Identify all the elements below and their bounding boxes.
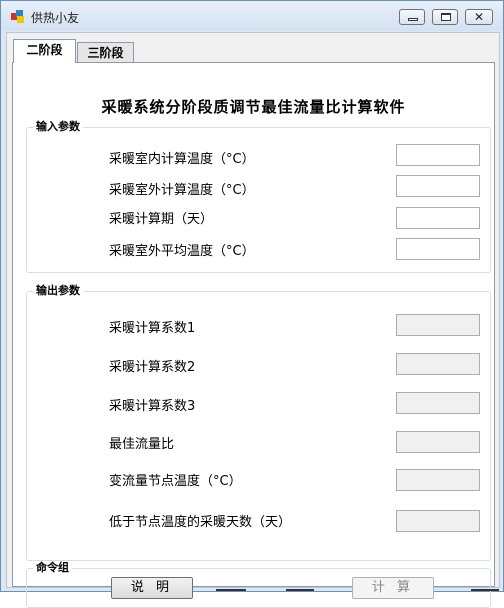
best-flow-ratio-label: 最佳流量比 bbox=[109, 437, 175, 452]
coefficient-3-output[interactable] bbox=[396, 392, 480, 414]
command-group-title: 命令组 bbox=[33, 561, 72, 575]
output-group: 输出参数 采暖计算系数1 采暖计算系数2 采暖计算系数3 最佳流量比 变流量节点… bbox=[26, 284, 491, 561]
close-icon: ✕ bbox=[474, 10, 485, 24]
node-temp-label: 变流量节点温度（°C） bbox=[109, 474, 242, 489]
output-group-title: 输出参数 bbox=[33, 284, 83, 298]
coefficient-1-output[interactable] bbox=[396, 314, 480, 336]
input-group-title: 输入参数 bbox=[33, 120, 83, 134]
tab-page: 采暖系统分阶段质调节最佳流量比计算软件 输入参数 采暖室内计算温度（°C） 采暖… bbox=[12, 62, 495, 608]
command-group: 命令组 说 明 计 算 bbox=[26, 561, 491, 608]
close-button[interactable]: ✕ bbox=[465, 9, 493, 25]
coefficient-3-label: 采暖计算系数3 bbox=[109, 399, 196, 414]
best-flow-ratio-output[interactable] bbox=[396, 431, 480, 453]
minimize-button[interactable] bbox=[399, 9, 425, 25]
outdoor-avg-temp-input[interactable] bbox=[396, 238, 480, 260]
outdoor-temp-label: 采暖室外计算温度（°C） bbox=[109, 183, 255, 198]
minimize-icon bbox=[400, 10, 424, 24]
client-area: 二阶段 三阶段 采暖系统分阶段质调节最佳流量比计算软件 输入参数 采暖室内计算温… bbox=[6, 32, 500, 608]
input-group: 输入参数 采暖室内计算温度（°C） 采暖室外计算温度（°C） 采暖计算期（天） … bbox=[26, 120, 491, 273]
maximize-icon bbox=[433, 10, 457, 24]
heating-period-input[interactable] bbox=[396, 207, 480, 229]
calculate-button[interactable]: 计 算 bbox=[352, 577, 434, 599]
tab-stage-two[interactable]: 二阶段 bbox=[13, 39, 76, 63]
explain-button[interactable]: 说 明 bbox=[111, 577, 193, 599]
coefficient-2-label: 采暖计算系数2 bbox=[109, 360, 196, 375]
tab-stage-three[interactable]: 三阶段 bbox=[77, 42, 134, 64]
outdoor-temp-input[interactable] bbox=[396, 175, 480, 197]
page-title: 采暖系统分阶段质调节最佳流量比计算软件 bbox=[101, 98, 406, 116]
coefficient-2-output[interactable] bbox=[396, 353, 480, 375]
heating-days-below-node-output[interactable] bbox=[396, 510, 480, 532]
heating-days-below-node-label: 低于节点温度的采暖天数（天） bbox=[109, 515, 292, 530]
window-title: 供热小友 bbox=[31, 11, 80, 25]
outdoor-avg-temp-label: 采暖室外平均温度（°C） bbox=[109, 244, 255, 259]
app-window: 供热小友 ✕ 二阶段 三阶段 采暖系统分阶段质调节最佳流量比计算软件 输入参数 … bbox=[0, 0, 504, 608]
indoor-temp-label: 采暖室内计算温度（°C） bbox=[109, 152, 255, 167]
resize-grip-mark bbox=[216, 589, 246, 591]
title-bar[interactable]: 供热小友 ✕ bbox=[1, 1, 503, 31]
coefficient-1-label: 采暖计算系数1 bbox=[109, 321, 196, 336]
indoor-temp-input[interactable] bbox=[396, 144, 480, 166]
app-icon bbox=[11, 10, 24, 23]
node-temp-output[interactable] bbox=[396, 469, 480, 491]
resize-grip-mark bbox=[286, 589, 314, 591]
resize-grip-mark bbox=[471, 589, 499, 591]
heating-period-label: 采暖计算期（天） bbox=[109, 212, 214, 227]
maximize-button[interactable] bbox=[432, 9, 458, 25]
